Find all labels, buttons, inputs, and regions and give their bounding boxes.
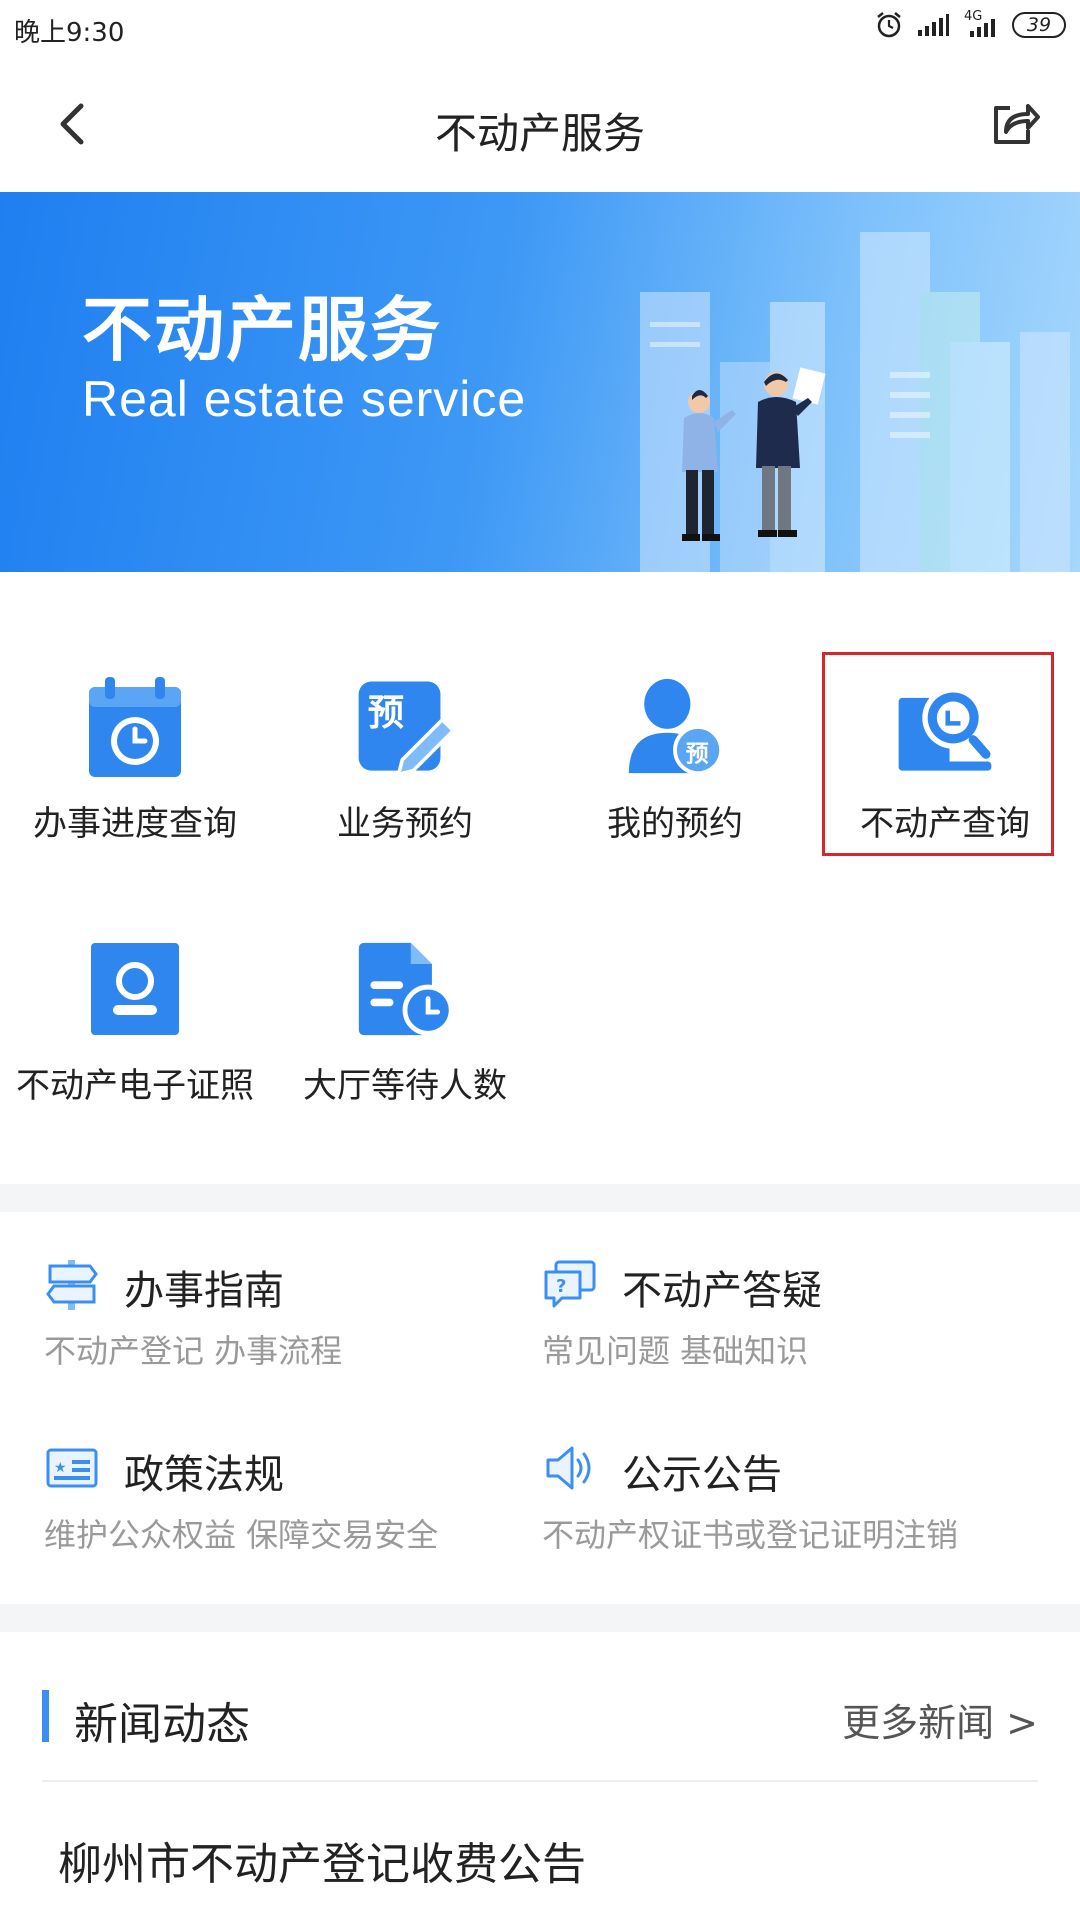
service-label: 不动产电子证照: [16, 1066, 254, 1106]
city-people-illustration: [640, 232, 1070, 572]
info-subtitle: 不动产权证书或登记证明注销: [542, 1516, 959, 1554]
svg-text:预: 预: [368, 691, 404, 734]
share-icon: [994, 104, 1040, 144]
banner-subtitle: Real estate service: [82, 371, 527, 427]
svg-text:?: ?: [556, 1276, 566, 1297]
news-heading: 新闻动态: [74, 1699, 250, 1750]
document-clock-icon: [355, 934, 455, 1044]
service-label: 大厅等待人数: [303, 1066, 507, 1106]
calendar-clock-icon: [85, 672, 185, 782]
info-title: 公示公告: [622, 1452, 782, 1498]
info-subtitle: 维护公众权益 保障交易安全: [44, 1516, 439, 1554]
service-electronic-certificate[interactable]: 不动产电子证照: [0, 934, 270, 1154]
id-card-icon: [85, 934, 185, 1044]
section-divider: [0, 1604, 1080, 1632]
policy-card-icon: ★: [46, 1448, 98, 1488]
info-faq[interactable]: ? 不动产答疑 常见问题 基础知识: [542, 1256, 1042, 1396]
signal-icon: [918, 14, 949, 36]
info-guide[interactable]: 办事指南 不动产登记 办事流程: [44, 1256, 544, 1396]
appointment-edit-icon: 预: [355, 672, 455, 782]
signpost-icon: [46, 1260, 98, 1310]
section-divider: [0, 1184, 1080, 1212]
info-title: 不动产答疑: [622, 1268, 822, 1314]
service-my-appointment[interactable]: 预 我的预约: [540, 672, 810, 892]
news-item[interactable]: 柳州市不动产登记收费公告: [58, 1828, 586, 1892]
info-policy[interactable]: ★ 政策法规 维护公众权益 保障交易安全: [44, 1440, 544, 1580]
svg-text:★: ★: [54, 1460, 67, 1476]
svg-text:预: 预: [686, 742, 709, 768]
banner-title: 不动产服务: [82, 289, 442, 371]
news-section: 新闻动态 更多新闻 > 柳州市不动产登记收费公告: [0, 1632, 1080, 1920]
status-bar: 晚上9:30 4G 39: [0, 0, 1080, 56]
nav-bar: 不动产服务: [0, 56, 1080, 192]
service-label: 我的预约: [607, 804, 743, 844]
service-label: 办事进度查询: [33, 804, 237, 844]
info-section: 办事指南 不动产登记 办事流程 ? 不动产答疑 常见问题 基础知识 ★ 政策法规…: [0, 1214, 1080, 1604]
signal-4g-icon: 4G: [962, 9, 1000, 39]
service-label: 业务预约: [337, 804, 473, 844]
status-icons: 4G 39: [874, 9, 1066, 40]
highlight-frame: [822, 652, 1054, 856]
question-chat-icon: ?: [544, 1260, 596, 1308]
service-hall-waiting[interactable]: 大厅等待人数: [270, 934, 540, 1154]
speaker-icon: [546, 1446, 591, 1490]
alarm-icon: [877, 12, 901, 38]
info-title: 政策法规: [124, 1452, 284, 1498]
more-news-link[interactable]: 更多新闻 >: [842, 1692, 1038, 1747]
info-subtitle: 不动产登记 办事流程: [44, 1332, 343, 1370]
news-divider: [42, 1780, 1038, 1782]
hero-banner: 不动产服务 Real estate service: [0, 192, 1080, 572]
info-announcement[interactable]: 公示公告 不动产权证书或登记证明注销: [542, 1440, 1042, 1580]
info-subtitle: 常见问题 基础知识: [542, 1332, 809, 1370]
service-progress-query[interactable]: 办事进度查询: [0, 672, 270, 892]
battery-indicator: 39: [1012, 12, 1066, 38]
user-appointment-icon: 预: [625, 672, 725, 782]
info-title: 办事指南: [124, 1268, 284, 1314]
service-business-appointment[interactable]: 预 业务预约: [270, 672, 540, 892]
share-button[interactable]: [982, 92, 1046, 156]
status-time: 晚上9:30: [14, 18, 125, 48]
news-accent-bar: [42, 1690, 49, 1742]
page-title: 不动产服务: [434, 109, 645, 158]
